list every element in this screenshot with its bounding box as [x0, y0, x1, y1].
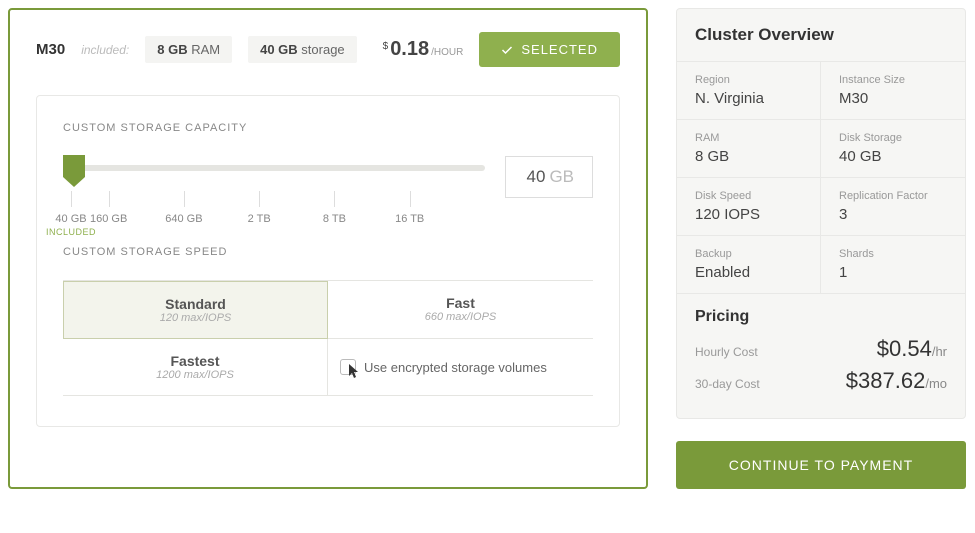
overview-cell: Instance SizeM30	[821, 62, 965, 120]
tier-header: M30 included: 8 GB RAM 40 GB storage $ 0…	[36, 32, 620, 67]
storage-speed-title: CUSTOM STORAGE SPEED	[63, 246, 593, 258]
selected-button[interactable]: SELECTED	[479, 32, 620, 67]
tier-name: M30	[36, 41, 65, 58]
overview-cell: BackupEnabled	[677, 236, 821, 294]
config-panel: M30 included: 8 GB RAM 40 GB storage $ 0…	[8, 8, 648, 489]
included-label: included:	[81, 43, 129, 57]
monthly-label: 30-day Cost	[695, 377, 760, 391]
speed-option-fastest[interactable]: Fastest1200 max/IOPS	[63, 339, 328, 396]
custom-panel: CUSTOM STORAGE CAPACITY 40 GBINCLUDED160…	[36, 95, 620, 427]
ram-pill: 8 GB RAM	[145, 36, 232, 63]
speed-grid: Standard120 max/IOPSFast660 max/IOPSFast…	[63, 280, 593, 396]
overview-cell: RegionN. Virginia	[677, 62, 821, 120]
continue-button[interactable]: CONTINUE TO PAYMENT	[676, 441, 966, 489]
overview-cell: Replication Factor3	[821, 178, 965, 236]
check-icon	[501, 44, 513, 56]
overview-cell: Disk Storage40 GB	[821, 120, 965, 178]
tier-price: $ 0.18 /HOUR	[383, 38, 464, 61]
storage-slider[interactable]: 40 GBINCLUDED160 GB640 GB2 TB8 TB16 TB	[63, 157, 485, 197]
hourly-value: $0.54/hr	[877, 336, 947, 362]
cluster-overview: Cluster Overview RegionN. VirginiaInstan…	[676, 8, 966, 419]
overview-cell: Disk Speed120 IOPS	[677, 178, 821, 236]
overview-grid: RegionN. VirginiaInstance SizeM30RAM8 GB…	[677, 62, 965, 294]
speed-option-standard[interactable]: Standard120 max/IOPS	[63, 281, 328, 339]
storage-pill: 40 GB storage	[248, 36, 357, 63]
storage-value-box: 40GB	[505, 156, 593, 198]
cursor-icon	[346, 363, 362, 379]
overview-cell: RAM8 GB	[677, 120, 821, 178]
hourly-label: Hourly Cost	[695, 345, 758, 359]
overview-cell: Shards1	[821, 236, 965, 294]
encrypt-label: Use encrypted storage volumes	[364, 360, 547, 375]
overview-title: Cluster Overview	[677, 9, 965, 62]
monthly-value: $387.62/mo	[846, 368, 947, 394]
encrypt-option[interactable]: Use encrypted storage volumes	[328, 339, 593, 396]
sidebar: Cluster Overview RegionN. VirginiaInstan…	[676, 8, 966, 489]
storage-capacity-title: CUSTOM STORAGE CAPACITY	[63, 122, 593, 134]
slider-thumb[interactable]	[63, 155, 85, 177]
pricing-title: Pricing	[695, 308, 947, 326]
speed-option-fast[interactable]: Fast660 max/IOPS	[328, 281, 593, 339]
